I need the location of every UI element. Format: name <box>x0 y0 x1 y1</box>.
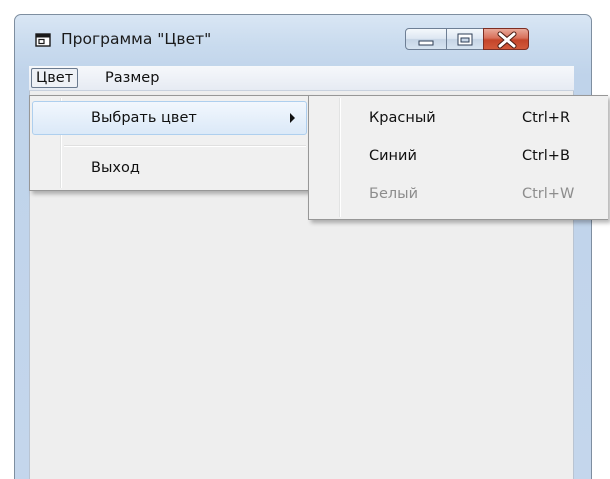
menu-separator <box>64 145 306 147</box>
maximize-icon <box>457 33 473 46</box>
menu-item-label: Выход <box>91 160 140 176</box>
submenu-item-label: Красный <box>369 110 436 126</box>
submenu-item-red[interactable]: Красный Ctrl+R <box>311 101 607 135</box>
close-icon <box>497 31 517 49</box>
app-window: Программа "Цвет" Цвет Размер <box>14 14 592 479</box>
submenu-item-label: Синий <box>369 148 417 164</box>
menu-item-choose-color[interactable]: Выбрать цвет <box>32 101 307 135</box>
color-menu-dropdown: Выбрать цвет Выход <box>29 95 310 191</box>
menu-item-exit[interactable]: Выход <box>32 151 307 185</box>
window-title: Программа "Цвет" <box>61 30 212 48</box>
menu-item-label: Выбрать цвет <box>91 110 197 126</box>
submenu-item-label: Белый <box>369 186 419 202</box>
submenu-item-shortcut: Ctrl+R <box>522 110 571 126</box>
menu-bar: Цвет Размер <box>29 66 574 91</box>
menubar-item-size[interactable]: Размер <box>101 68 163 88</box>
title-bar[interactable]: Программа "Цвет" <box>15 15 591 61</box>
submenu-arrow-icon <box>290 113 295 123</box>
minimize-icon <box>418 40 434 46</box>
close-button[interactable] <box>483 28 529 50</box>
maximize-button[interactable] <box>446 28 484 50</box>
choose-color-submenu: Красный Ctrl+R Синий Ctrl+B Белый Ctrl+W <box>308 95 608 220</box>
submenu-item-white: Белый Ctrl+W <box>311 177 607 211</box>
submenu-item-shortcut: Ctrl+B <box>522 148 570 164</box>
screen: Программа "Цвет" Цвет Размер Выбрать цве… <box>0 0 610 479</box>
menubar-item-color[interactable]: Цвет <box>31 68 79 88</box>
submenu-item-blue[interactable]: Синий Ctrl+B <box>311 139 607 173</box>
app-window-icon <box>35 33 51 47</box>
minimize-button[interactable] <box>405 28 447 50</box>
submenu-item-shortcut: Ctrl+W <box>522 186 575 202</box>
